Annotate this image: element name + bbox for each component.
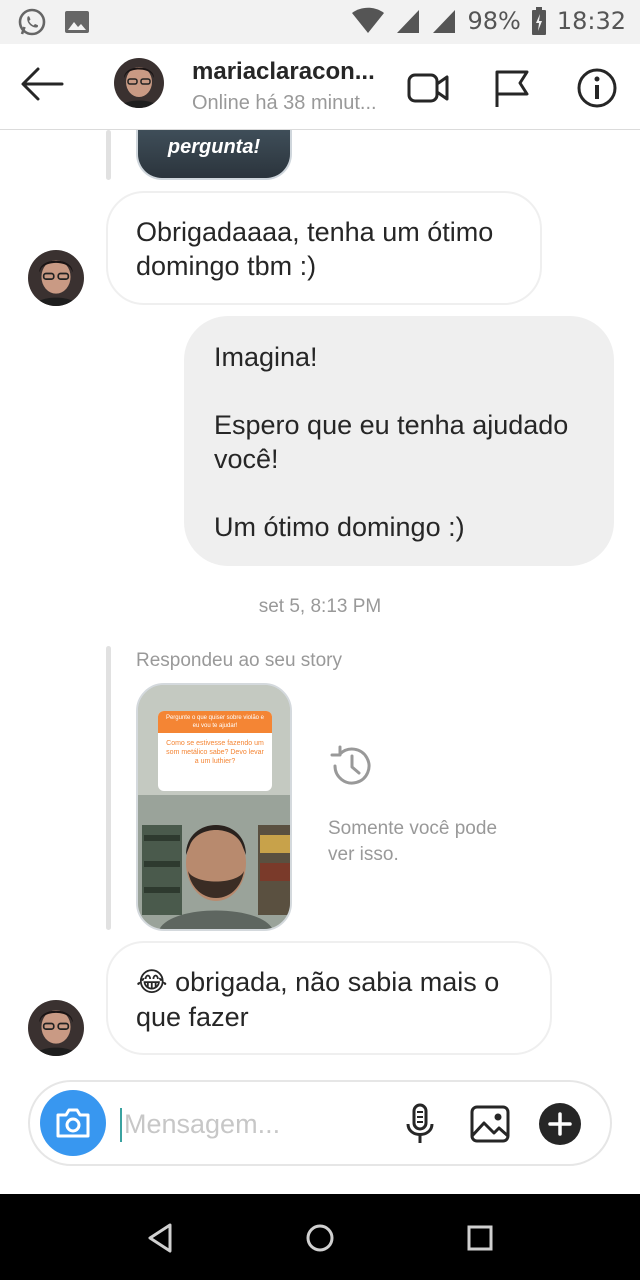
visibility-note: Somente você pode ver isso. — [328, 818, 498, 865]
wifi-icon — [352, 7, 385, 33]
message-bubble-outgoing[interactable]: Imagina! Espero que eu tenha ajudado voc… — [184, 316, 614, 566]
text-cursor — [120, 1108, 122, 1142]
nav-recents-icon[interactable] — [458, 1216, 502, 1260]
nav-back-icon[interactable] — [138, 1216, 182, 1260]
story-question-header: Pergunte o que quiser sobre violão e eu … — [158, 711, 272, 733]
message-bubble-incoming[interactable]: 😂 obrigada, não sabia mais o que fazer — [106, 941, 552, 1055]
clock: 18:32 — [556, 7, 626, 35]
camera-icon — [56, 1108, 90, 1138]
gallery-icon[interactable] — [468, 1102, 512, 1146]
video-call-icon[interactable] — [406, 66, 450, 110]
signal-icon — [433, 10, 456, 33]
gallery-icon — [65, 11, 89, 33]
message-input[interactable]: Mensagem... — [124, 1109, 280, 1140]
back-arrow-icon[interactable] — [18, 64, 66, 104]
camera-button[interactable] — [40, 1090, 106, 1156]
history-icon — [330, 745, 371, 785]
chat-online-status: Online há 38 minut... — [192, 92, 377, 114]
chat-username[interactable]: mariaclaracon... — [192, 58, 382, 86]
battery-level: 98% — [467, 7, 521, 35]
avatar-photo — [114, 58, 164, 108]
chat-header: mariaclaracon... Online há 38 minut... — [0, 44, 640, 130]
flag-icon[interactable] — [490, 66, 534, 110]
story-thumbnail[interactable]: pergunta! — [136, 130, 292, 180]
message-composer: Mensagem... — [28, 1080, 612, 1166]
message-text: obrigada, não sabia mais o que fazer — [136, 967, 500, 1032]
microphone-icon[interactable] — [398, 1102, 442, 1146]
battery-charging-icon — [531, 7, 546, 35]
message-timestamp: set 5, 8:13 PM — [258, 596, 382, 617]
story-question-body: Como se estivesse fazendo um som metálic… — [166, 740, 264, 765]
story-reply-caption: Respondeu ao seu story — [136, 650, 342, 671]
story-thumbnail-label: pergunta! — [138, 136, 290, 162]
emoji-laughing: 😂 — [136, 967, 168, 998]
whatsapp-icon — [18, 8, 46, 36]
status-bar: 98% 18:32 — [0, 0, 640, 44]
story-question-sticker: Pergunte o que quiser sobre violão e eu … — [158, 711, 272, 791]
add-circle-icon[interactable] — [538, 1102, 582, 1146]
avatar[interactable] — [28, 250, 84, 306]
reply-indicator-bar — [106, 130, 111, 180]
avatar-photo — [28, 250, 84, 306]
avatar-photo — [28, 1000, 84, 1056]
message-bubble-incoming[interactable]: Obrigadaaaa, tenha um ótimo domingo tbm … — [106, 191, 542, 305]
avatar[interactable] — [28, 1000, 84, 1056]
nav-home-icon[interactable] — [298, 1216, 342, 1260]
signal-icon — [397, 10, 420, 33]
reply-indicator-bar — [106, 646, 111, 930]
story-preview[interactable]: Pergunte o que quiser sobre violão e eu … — [136, 683, 292, 931]
avatar[interactable] — [114, 58, 164, 108]
system-navigation-bar — [0, 1194, 640, 1280]
info-icon[interactable] — [575, 66, 619, 110]
